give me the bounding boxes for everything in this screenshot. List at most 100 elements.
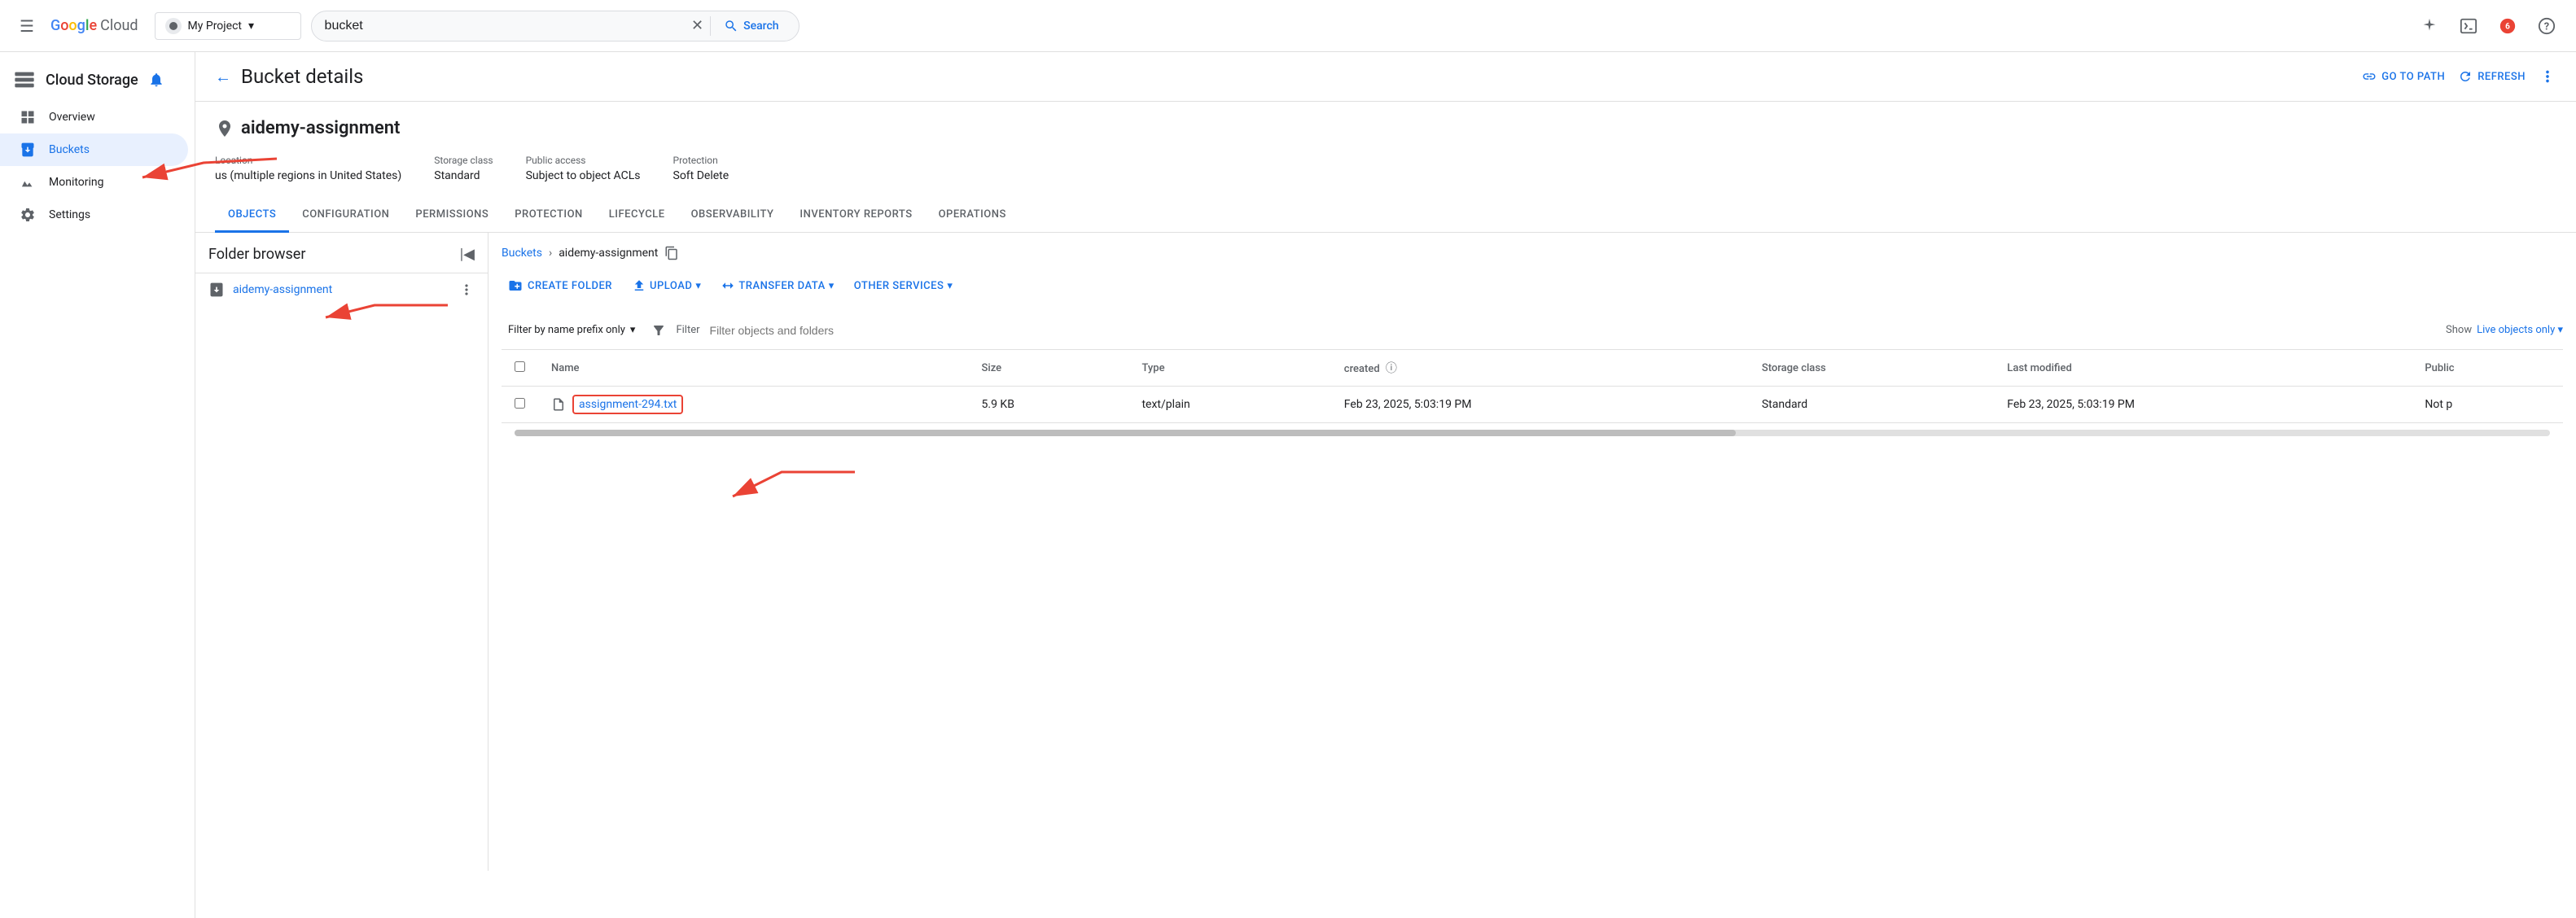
breadcrumb: Buckets › aidemy-assignment bbox=[502, 246, 2563, 260]
search-bar: ✕ Search bbox=[311, 11, 800, 42]
notifications-icon: 6 bbox=[2499, 17, 2517, 35]
sidebar-bell-icon[interactable] bbox=[148, 72, 164, 88]
tab-observability[interactable]: OBSERVABILITY bbox=[678, 199, 787, 233]
spark-icon-btn[interactable] bbox=[2413, 10, 2446, 42]
tab-lifecycle[interactable]: LIFECYCLE bbox=[596, 199, 678, 233]
other-services-btn[interactable]: OTHER SERVICES ▾ bbox=[848, 275, 960, 297]
buckets-icon bbox=[20, 142, 36, 158]
meta-location-value: us (multiple regions in United States) bbox=[215, 169, 401, 182]
row-created-cell: Feb 23, 2025, 5:03:19 PM bbox=[1331, 387, 1749, 423]
file-browser: Buckets › aidemy-assignment CREATE FOLDE… bbox=[488, 233, 2576, 871]
breadcrumb-current: aidemy-assignment bbox=[559, 247, 658, 260]
transfer-dropdown-icon: ▾ bbox=[829, 280, 835, 292]
row-checkbox[interactable] bbox=[515, 398, 525, 409]
table-header-size: Size bbox=[969, 350, 1129, 387]
meta-protection-value: Soft Delete bbox=[673, 169, 729, 182]
main-layout: Cloud Storage Overview Buckets Monitorin… bbox=[0, 52, 2576, 918]
upload-btn[interactable]: UPLOAD ▾ bbox=[625, 273, 708, 298]
meta-public-label: Public access bbox=[526, 155, 641, 166]
tab-inventory-reports[interactable]: INVENTORY REPORTS bbox=[786, 199, 925, 233]
split-pane: Folder browser |◀ aidemy-assignment bbox=[195, 233, 2576, 871]
meta-location: Location us (multiple regions in United … bbox=[215, 155, 401, 182]
terminal-icon-btn[interactable] bbox=[2452, 10, 2485, 42]
copy-icon[interactable] bbox=[664, 246, 679, 260]
tab-objects[interactable]: OBJECTS bbox=[215, 199, 289, 233]
folder-item-left: aidemy-assignment bbox=[208, 282, 332, 298]
row-storage-class-cell: Standard bbox=[1749, 387, 1994, 423]
bucket-folder-icon bbox=[208, 282, 225, 298]
meta-storage-value: Standard bbox=[434, 169, 493, 182]
collapse-icon[interactable]: |◀ bbox=[460, 246, 475, 263]
sidebar-item-buckets[interactable]: Buckets bbox=[0, 133, 188, 166]
refresh-btn[interactable]: REFRESH bbox=[2458, 69, 2526, 84]
table-header-last-modified: Last modified bbox=[1994, 350, 2412, 387]
meta-storage-label: Storage class bbox=[434, 155, 493, 166]
bucket-info: aidemy-assignment Location us (multiple … bbox=[195, 102, 2576, 199]
more-options-icon[interactable] bbox=[2539, 68, 2556, 85]
notifications-btn[interactable]: 6 bbox=[2491, 10, 2524, 42]
cloud-storage-icon bbox=[13, 68, 36, 91]
table-row: assignment-294.txt 5.9 KB text/plain Feb… bbox=[502, 387, 2563, 423]
search-input[interactable] bbox=[325, 19, 685, 33]
help-icon-btn[interactable]: ? bbox=[2530, 10, 2563, 42]
bucket-name: aidemy-assignment bbox=[241, 118, 400, 138]
folder-name[interactable]: aidemy-assignment bbox=[233, 283, 332, 296]
sidebar-item-overview[interactable]: Overview bbox=[0, 101, 188, 133]
select-all-checkbox[interactable] bbox=[515, 361, 525, 372]
horizontal-scrollbar[interactable] bbox=[515, 430, 2550, 436]
sidebar: Cloud Storage Overview Buckets Monitorin… bbox=[0, 52, 195, 918]
create-folder-label: CREATE FOLDER bbox=[528, 280, 612, 292]
search-icon bbox=[724, 19, 738, 33]
spark-icon bbox=[2420, 17, 2438, 35]
filter-prefix-chevron-icon: ▾ bbox=[630, 324, 636, 336]
search-clear-icon[interactable]: ✕ bbox=[691, 17, 703, 34]
sidebar-label-overview: Overview bbox=[49, 111, 95, 124]
created-help-icon[interactable]: ⓘ bbox=[1386, 362, 1397, 375]
sidebar-item-settings[interactable]: Settings bbox=[0, 199, 188, 231]
project-icon bbox=[169, 21, 178, 31]
sidebar-label-settings: Settings bbox=[49, 208, 90, 221]
filter-label-text: Filter bbox=[676, 324, 699, 336]
tab-configuration[interactable]: CONFIGURATION bbox=[289, 199, 402, 233]
tab-permissions[interactable]: PERMISSIONS bbox=[402, 199, 502, 233]
refresh-icon bbox=[2458, 69, 2473, 84]
page-actions: GO TO PATH REFRESH bbox=[2362, 68, 2556, 85]
svg-text:6: 6 bbox=[2505, 22, 2510, 31]
create-folder-btn[interactable]: CREATE FOLDER bbox=[502, 273, 619, 298]
breadcrumb-buckets[interactable]: Buckets bbox=[502, 247, 542, 260]
other-services-dropdown-icon: ▾ bbox=[947, 280, 953, 292]
file-toolbar: CREATE FOLDER UPLOAD ▾ TRANSFER DATA bbox=[502, 273, 2563, 298]
table-header-storage-class: Storage class bbox=[1749, 350, 1994, 387]
folder-menu-icon[interactable] bbox=[458, 282, 475, 298]
tab-operations[interactable]: OPERATIONS bbox=[926, 199, 1019, 233]
row-last-modified-cell: Feb 23, 2025, 5:03:19 PM bbox=[1994, 387, 2412, 423]
back-button[interactable]: ← bbox=[215, 67, 231, 87]
row-name-cell: assignment-294.txt bbox=[538, 387, 969, 423]
go-to-path-label: GO TO PATH bbox=[2381, 71, 2445, 83]
page-header: ← Bucket details GO TO PATH REFRESH bbox=[195, 52, 2576, 102]
row-type-cell: text/plain bbox=[1128, 387, 1330, 423]
tab-protection[interactable]: PROTECTION bbox=[502, 199, 595, 233]
meta-storage-class: Storage class Standard bbox=[434, 155, 493, 182]
filter-name-prefix-dropdown[interactable]: Filter by name prefix only ▾ bbox=[502, 319, 642, 341]
transfer-data-btn[interactable]: TRANSFER DATA ▾ bbox=[714, 273, 840, 298]
transfer-data-label: TRANSFER DATA bbox=[738, 280, 825, 292]
file-table: Name Size Type created ⓘ Storage class L… bbox=[502, 350, 2563, 423]
search-button[interactable]: Search bbox=[717, 19, 785, 33]
bucket-meta: Location us (multiple regions in United … bbox=[215, 155, 2556, 182]
go-to-path-btn[interactable]: GO TO PATH bbox=[2362, 69, 2445, 84]
filter-input[interactable] bbox=[710, 321, 2437, 340]
live-objects-chevron-icon: ▾ bbox=[2557, 324, 2563, 336]
sidebar-item-monitoring[interactable]: Monitoring bbox=[0, 166, 188, 199]
live-objects-dropdown[interactable]: Live objects only ▾ bbox=[2477, 324, 2563, 336]
project-name: My Project bbox=[188, 20, 242, 33]
transfer-data-icon bbox=[721, 278, 735, 293]
content-area: ← Bucket details GO TO PATH REFRESH bbox=[195, 52, 2576, 918]
file-doc-icon bbox=[551, 397, 566, 412]
project-selector[interactable]: My Project ▾ bbox=[155, 12, 301, 40]
folder-item-bucket[interactable]: aidemy-assignment bbox=[195, 273, 488, 306]
bucket-pin-icon bbox=[215, 119, 234, 138]
file-name-link[interactable]: assignment-294.txt bbox=[572, 395, 683, 414]
menu-icon[interactable]: ☰ bbox=[13, 10, 41, 42]
help-icon: ? bbox=[2538, 17, 2556, 35]
